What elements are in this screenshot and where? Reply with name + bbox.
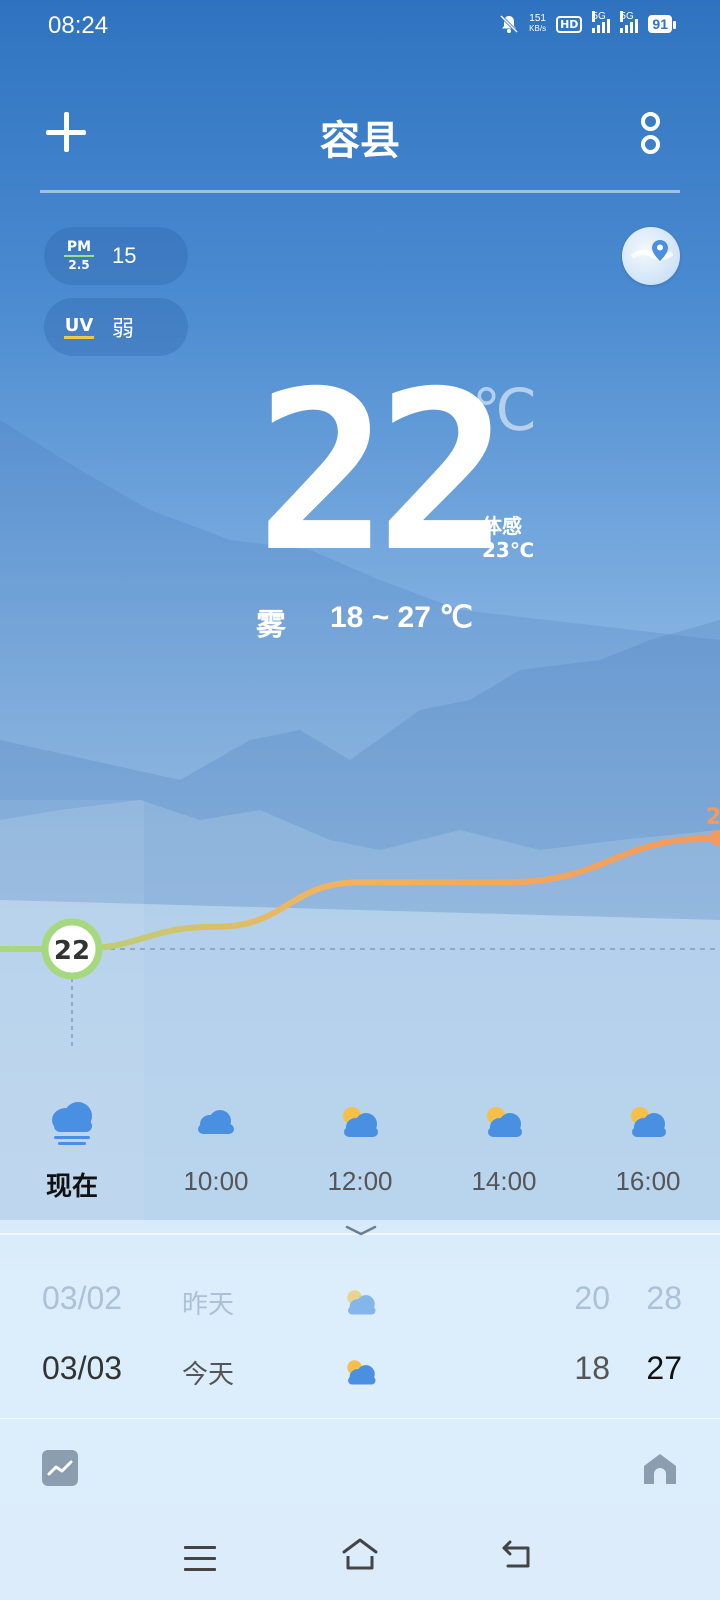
hour-time: 现在	[45, 1172, 98, 1202]
hour-item-now[interactable]: 现在	[7, 1100, 137, 1203]
map-button[interactable]	[622, 227, 680, 285]
city-title: 容县	[320, 118, 400, 164]
sim2-label: 5G	[620, 11, 634, 22]
location-pin-icon	[630, 240, 674, 261]
feels-like-label: 体感	[482, 514, 522, 538]
chevron-down-icon[interactable]	[344, 1224, 378, 1238]
hour-item-1400[interactable]: 14:00	[439, 1100, 569, 1197]
fog-cloud-icon	[52, 1102, 92, 1145]
pm25-icon: PM 2.5	[64, 240, 94, 272]
day-label: 昨天	[182, 1290, 235, 1320]
nav-back-button[interactable]	[500, 1538, 536, 1570]
daily-row-today[interactable]: 03/03 今天 18 27	[0, 1350, 720, 1410]
nav-menu-button[interactable]	[184, 1546, 216, 1579]
day-date: 03/03	[42, 1350, 123, 1386]
current-temp-marker: 22	[41, 918, 103, 980]
partly-cloudy-icon	[347, 1360, 376, 1385]
hour-time: 14:00	[471, 1166, 537, 1196]
hour-item-1000[interactable]: 10:00	[151, 1100, 281, 1197]
current-temp-marker-value: 22	[54, 936, 90, 966]
day-low: 18	[574, 1350, 610, 1386]
net-speed: 151 KB/s	[529, 14, 546, 34]
uv-value: 弱	[112, 317, 135, 342]
temperature-curve	[0, 835, 720, 952]
hour-time: 10:00	[183, 1166, 249, 1196]
hourly-temperature-chart: 22 2	[0, 805, 720, 1048]
hour-time: 12:00	[327, 1166, 393, 1196]
net-speed-unit: KB/s	[529, 24, 547, 33]
section-divider	[0, 1418, 720, 1419]
status-icons: 151 KB/s HD 5G 5G 91	[499, 11, 676, 34]
cloud-icon	[198, 1110, 234, 1134]
hour-item-1600[interactable]: 16:00	[583, 1100, 713, 1197]
partly-cloudy-icon	[347, 1290, 376, 1315]
temperature-range: 18 ~ 27 ℃	[330, 601, 473, 634]
partly-cloudy-icon	[343, 1107, 378, 1137]
hd-icon: HD	[556, 15, 583, 33]
status-time: 08:24	[48, 12, 109, 39]
day-high: 28	[646, 1280, 682, 1316]
pm25-icon-top: PM	[66, 239, 92, 255]
pm25-value: 15	[112, 243, 137, 268]
next-temp-point	[710, 830, 720, 846]
current-temperature: 22	[256, 344, 509, 600]
sim1-label: 5G	[592, 11, 606, 22]
day-low: 20	[574, 1280, 610, 1316]
partly-cloudy-icon	[631, 1107, 666, 1137]
signal-sim2-icon: 5G	[620, 11, 639, 33]
signal-sim1-icon: 5G	[592, 11, 611, 33]
net-speed-value: 151	[529, 13, 546, 24]
next-temp-marker-value: 2	[706, 805, 720, 830]
daily-row-yesterday[interactable]: 03/02 昨天 20 28	[0, 1280, 720, 1340]
more-options-button[interactable]	[640, 112, 660, 154]
uv-pill[interactable]: UV 弱	[44, 298, 188, 356]
day-high: 27	[646, 1350, 682, 1386]
house-icon[interactable]	[642, 1450, 678, 1486]
mute-bell-icon	[500, 14, 519, 34]
weather-condition: 雾	[256, 608, 286, 643]
nav-home-button[interactable]	[340, 1536, 380, 1572]
partly-cloudy-icon	[487, 1107, 522, 1137]
hour-item-1200[interactable]: 12:00	[295, 1100, 425, 1197]
hour-time: 16:00	[615, 1166, 681, 1196]
temperature-unit: ℃	[472, 376, 538, 444]
status-bar: 08:24 151 KB/s HD 5G 5G 91	[0, 0, 720, 56]
pm25-icon-bottom: 2.5	[68, 258, 90, 272]
pm25-pill[interactable]: PM 2.5 15	[44, 227, 188, 285]
trend-chart-icon	[47, 1460, 73, 1476]
trend-chart-button[interactable]	[42, 1450, 78, 1486]
uv-icon: UV	[64, 315, 94, 339]
feels-like-value: 23℃	[482, 538, 535, 562]
battery-indicator: 91	[648, 15, 676, 33]
header-divider	[40, 190, 680, 193]
day-label: 今天	[182, 1360, 235, 1390]
day-date: 03/02	[42, 1280, 123, 1316]
